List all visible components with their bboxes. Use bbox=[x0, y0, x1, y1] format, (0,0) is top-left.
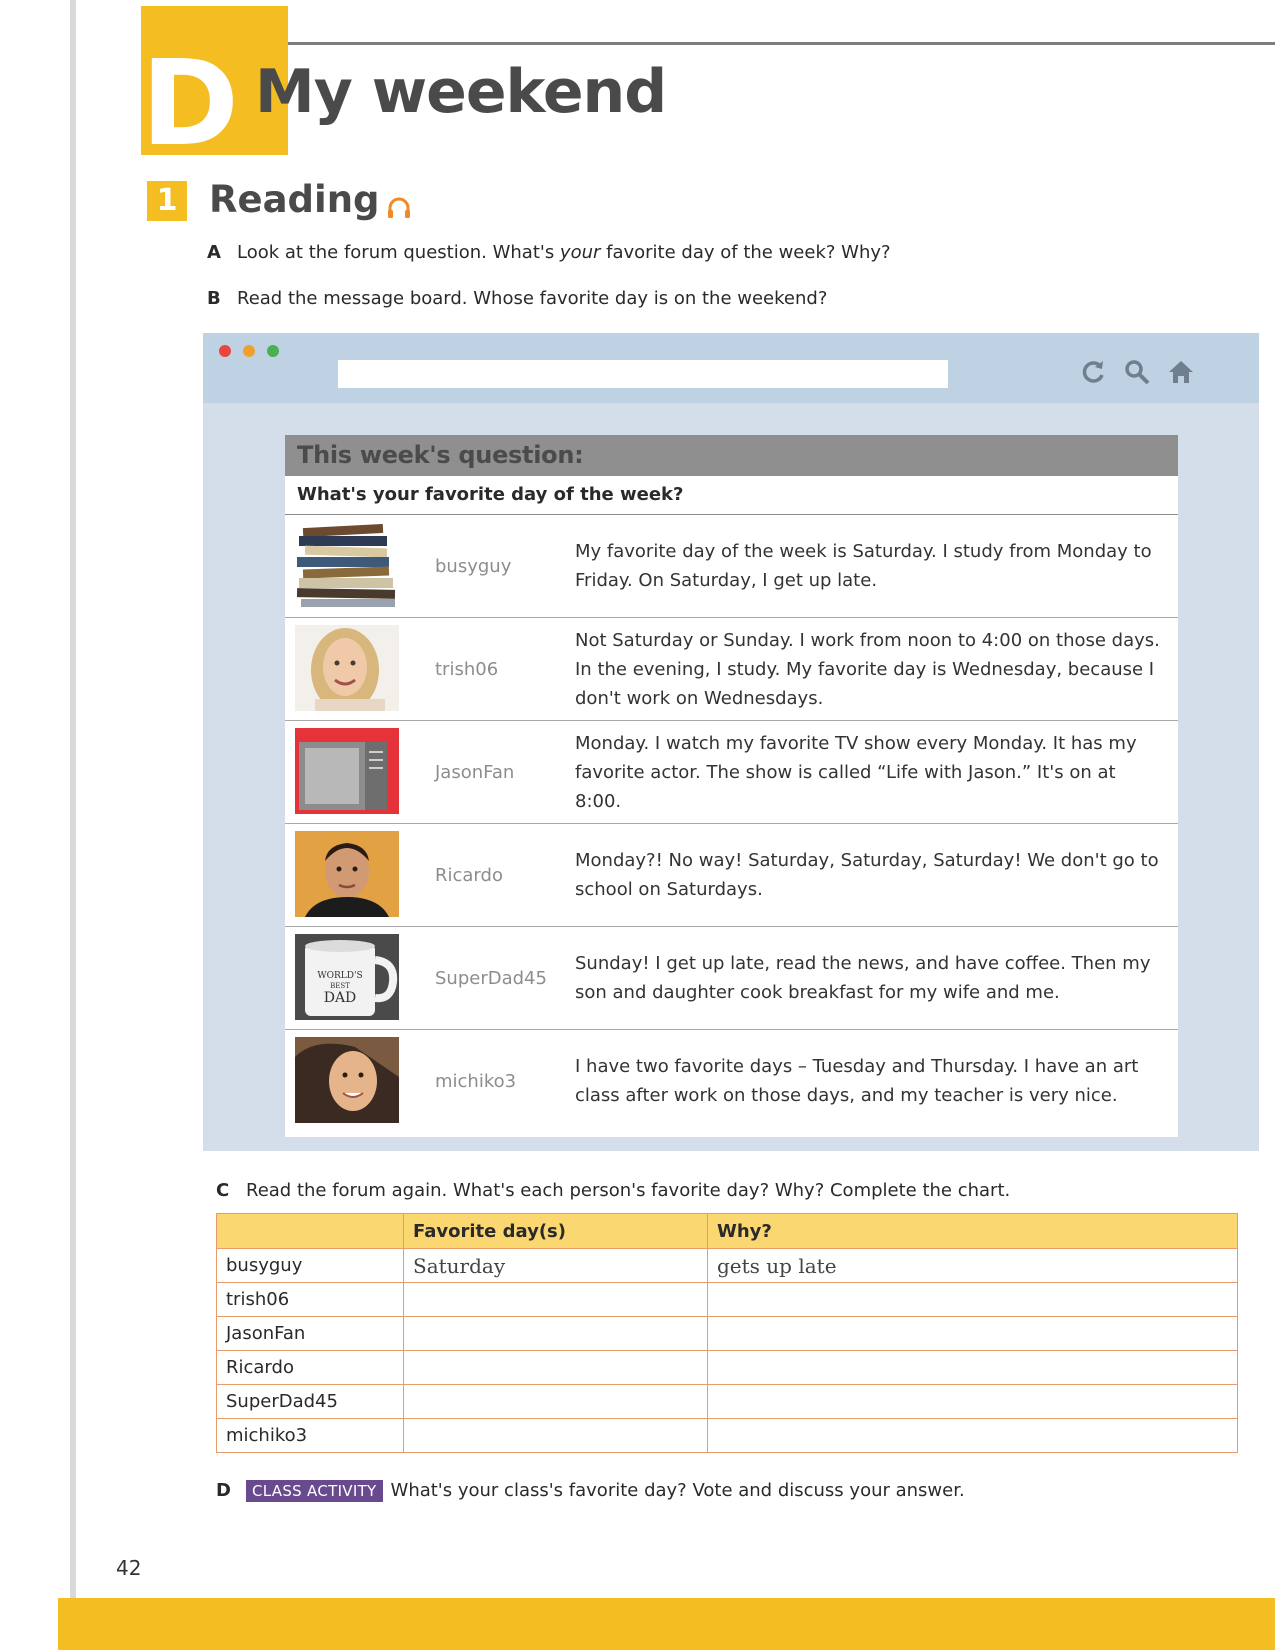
chart-name-cell: michiko3 bbox=[216, 1418, 404, 1453]
home-icon[interactable] bbox=[1167, 358, 1195, 386]
young-man-image bbox=[295, 831, 399, 917]
address-bar[interactable] bbox=[338, 360, 948, 388]
chart-name-cell: trish06 bbox=[216, 1282, 404, 1317]
unit-title: My weekend bbox=[255, 57, 667, 127]
post-message: I have two favorite days – Tuesday and T… bbox=[575, 1056, 1139, 1106]
forum-post: michiko3 I have two favorite days – Tues… bbox=[285, 1030, 1178, 1132]
post-message: Monday?! No way! Saturday, Saturday, Sat… bbox=[575, 850, 1159, 900]
completion-chart: Favorite day(s) Why? busyguy Saturday ge… bbox=[216, 1213, 1238, 1453]
chart-row: SuperDad45 bbox=[216, 1384, 1238, 1419]
chart-answer-cell[interactable] bbox=[707, 1384, 1238, 1419]
close-window-dot[interactable] bbox=[219, 345, 231, 357]
chart-answer-cell[interactable]: Saturday bbox=[403, 1248, 708, 1283]
post-username[interactable]: michiko3 bbox=[435, 1030, 516, 1132]
chart-header-cell bbox=[216, 1213, 404, 1249]
instruction-text: What's your class's favorite day? Vote a… bbox=[390, 1480, 965, 1501]
television-image bbox=[295, 728, 399, 814]
browser-window: This week's question: What's your favori… bbox=[203, 333, 1259, 1151]
instruction-text: Look at the forum question. What's bbox=[237, 242, 560, 263]
instruction-a: A Look at the forum question. What's your… bbox=[207, 242, 891, 264]
instruction-letter: D bbox=[216, 1480, 231, 1501]
chart-answer-cell[interactable] bbox=[707, 1316, 1238, 1351]
instruction-letter: C bbox=[216, 1180, 230, 1201]
forum-post: JasonFan Monday. I watch my favorite TV … bbox=[285, 721, 1178, 824]
instruction-letter: A bbox=[207, 242, 221, 263]
instruction-text: Read the message board. Whose favorite d… bbox=[237, 288, 828, 309]
forum-post: Ricardo Monday?! No way! Saturday, Satur… bbox=[285, 824, 1178, 927]
forum-panel: This week's question: What's your favori… bbox=[285, 435, 1178, 1137]
forum-post: busyguy My favorite day of the week is S… bbox=[285, 515, 1178, 618]
browser-toolbar bbox=[203, 333, 1259, 403]
post-username[interactable]: busyguy bbox=[435, 515, 511, 617]
mug-text-line: BEST bbox=[330, 982, 350, 990]
chart-answer-cell[interactable] bbox=[707, 1282, 1238, 1317]
chart-row: JasonFan bbox=[216, 1316, 1238, 1351]
chart-header-cell: Favorite day(s) bbox=[403, 1213, 708, 1249]
forum-question: What's your favorite day of the week? bbox=[285, 476, 1178, 515]
minimize-window-dot[interactable] bbox=[243, 345, 255, 357]
forum-post: WORLD'S BEST DAD SuperDad45 Sunday! I ge… bbox=[285, 927, 1178, 1030]
search-icon[interactable] bbox=[1123, 358, 1151, 386]
headphone-icon bbox=[388, 197, 410, 218]
page-spine-edge bbox=[70, 0, 76, 1650]
smiling-woman-image bbox=[295, 625, 399, 711]
post-message: Sunday! I get up late, read the news, an… bbox=[575, 953, 1151, 1003]
section-number: 1 bbox=[147, 181, 187, 221]
instruction-b: B Read the message board. Whose favorite … bbox=[207, 288, 827, 310]
chart-answer-cell[interactable] bbox=[707, 1418, 1238, 1453]
chart-header-cell: Why? bbox=[707, 1213, 1238, 1249]
instruction-emphasis: your bbox=[559, 242, 601, 263]
post-username[interactable]: trish06 bbox=[435, 618, 498, 720]
chart-row: Ricardo bbox=[216, 1350, 1238, 1385]
mug-text-line: DAD bbox=[324, 990, 357, 1006]
chart-answer-cell[interactable] bbox=[403, 1418, 708, 1453]
forum-heading: This week's question: bbox=[285, 435, 1178, 476]
chart-answer-cell[interactable] bbox=[403, 1316, 708, 1351]
chart-name-cell: busyguy bbox=[216, 1248, 404, 1283]
smiling-woman-hair-image bbox=[295, 1037, 399, 1123]
unit-letter: D bbox=[141, 34, 239, 155]
chart-header-row: Favorite day(s) Why? bbox=[216, 1213, 1238, 1249]
mug-text-line: WORLD'S bbox=[317, 971, 362, 981]
chart-row: trish06 bbox=[216, 1282, 1238, 1317]
chart-answer-cell[interactable]: gets up late bbox=[707, 1248, 1238, 1283]
chart-row: busyguy Saturday gets up late bbox=[216, 1248, 1238, 1283]
page-number: 42 bbox=[116, 1556, 142, 1580]
chart-answer-cell[interactable] bbox=[707, 1350, 1238, 1385]
refresh-icon[interactable] bbox=[1079, 358, 1107, 386]
chart-name-cell: Ricardo bbox=[216, 1350, 404, 1385]
chart-answer-cell[interactable] bbox=[403, 1282, 708, 1317]
post-username[interactable]: SuperDad45 bbox=[435, 927, 547, 1029]
post-username[interactable]: Ricardo bbox=[435, 824, 503, 926]
post-username[interactable]: JasonFan bbox=[435, 721, 514, 823]
chart-answer-cell[interactable] bbox=[403, 1350, 708, 1385]
chart-answer-cell[interactable] bbox=[403, 1384, 708, 1419]
post-message: Not Saturday or Sunday. I work from noon… bbox=[575, 629, 1160, 709]
forum-post: trish06 Not Saturday or Sunday. I work f… bbox=[285, 618, 1178, 721]
instruction-text: favorite day of the week? Why? bbox=[600, 242, 891, 263]
worlds-best-dad-mug-image: WORLD'S BEST DAD bbox=[295, 934, 399, 1020]
stack-of-books-image bbox=[295, 522, 399, 608]
class-activity-tag: CLASS ACTIVITY bbox=[246, 1480, 383, 1502]
maximize-window-dot[interactable] bbox=[267, 345, 279, 357]
chart-name-cell: JasonFan bbox=[216, 1316, 404, 1351]
instruction-letter: B bbox=[207, 288, 221, 309]
footer-band bbox=[58, 1598, 1275, 1650]
instruction-text: Read the forum again. What's each person… bbox=[246, 1180, 1011, 1201]
section-title: Reading bbox=[209, 178, 380, 221]
chart-name-cell: SuperDad45 bbox=[216, 1384, 404, 1419]
instruction-c: C Read the forum again. What's each perso… bbox=[216, 1180, 1010, 1202]
header-rule bbox=[142, 42, 1275, 45]
instruction-d: D CLASS ACTIVITY What's your class's favor… bbox=[216, 1480, 965, 1502]
post-message: My favorite day of the week is Saturday.… bbox=[575, 541, 1152, 591]
post-message: Monday. I watch my favorite TV show ever… bbox=[575, 732, 1137, 812]
chart-row: michiko3 bbox=[216, 1418, 1238, 1453]
